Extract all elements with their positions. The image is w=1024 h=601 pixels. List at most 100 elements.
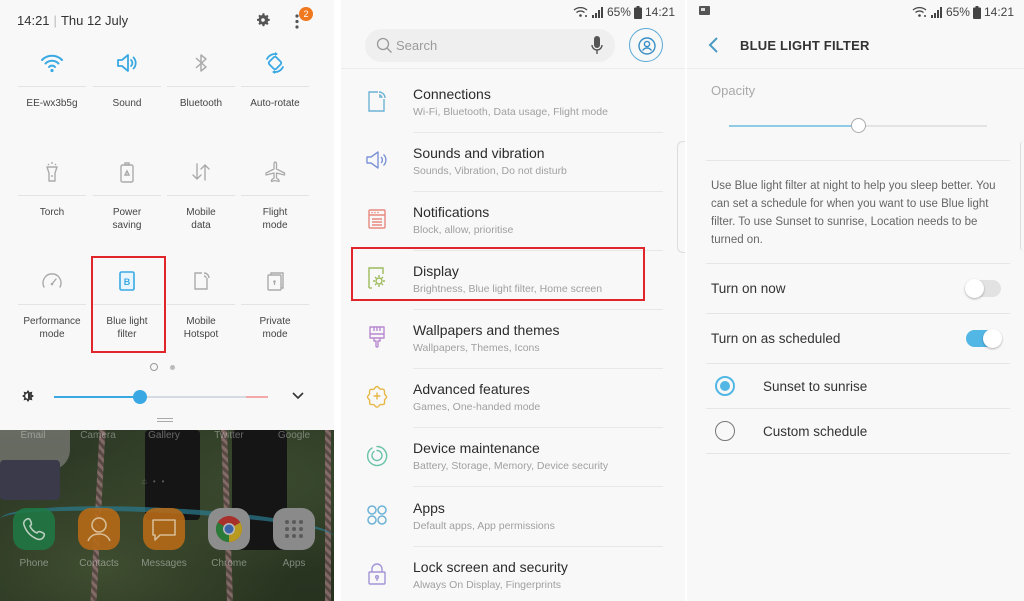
search-input[interactable]: Search <box>365 29 615 62</box>
turn-on-now-toggle[interactable] <box>965 279 1001 298</box>
description-text: Use Blue light filter at night to help y… <box>711 180 996 246</box>
wifi-status-icon <box>912 6 927 17</box>
connections-icon <box>368 91 386 112</box>
scrollbar[interactable] <box>1020 141 1024 251</box>
tile-torch[interactable]: Torch <box>15 159 89 219</box>
dock-app-contacts[interactable]: Contacts <box>77 508 121 569</box>
chrome-icon <box>208 508 250 550</box>
settings-item-subtitle: Battery, Storage, Memory, Device securit… <box>413 460 609 472</box>
turn-on-scheduled-toggle[interactable] <box>966 329 1002 348</box>
rotate-icon <box>266 52 284 74</box>
tile-sound[interactable]: Sound <box>90 50 164 110</box>
settings-item-title: Apps <box>413 500 445 516</box>
toggle-knob <box>965 279 984 298</box>
page-title: BLUE LIGHT FILTER <box>740 38 870 53</box>
app-label[interactable]: Camera <box>80 430 116 441</box>
tile-label: Auto-rotate <box>250 98 300 109</box>
brightness-thumb[interactable] <box>132 390 147 404</box>
scrollbar[interactable] <box>677 141 685 253</box>
settings-item-title: Advanced features <box>413 381 530 397</box>
search-placeholder: Search <box>396 38 438 53</box>
dock-app-phone[interactable]: Phone <box>12 508 56 569</box>
settings-gear-icon[interactable] <box>254 11 272 29</box>
wifi-status-icon <box>573 6 588 17</box>
account-button[interactable] <box>629 28 663 62</box>
custom-schedule-label[interactable]: Custom schedule <box>763 424 867 439</box>
page-indicator <box>150 363 180 373</box>
page-dot <box>170 365 175 370</box>
tile-flight-mode[interactable]: Flight mode <box>238 159 312 232</box>
settings-item-title: Connections <box>413 86 491 102</box>
settings-item-notifications[interactable]: Notifications Block, allow, prioritise <box>341 192 685 251</box>
maintenance-icon <box>366 445 388 467</box>
tile-private-mode[interactable]: Private mode <box>238 268 312 341</box>
custom-schedule-radio[interactable] <box>715 421 735 441</box>
apps-icon <box>367 505 387 525</box>
sunset-to-sunrise-label[interactable]: Sunset to sunrise <box>763 379 867 394</box>
home-screen-background: Email Camera Gallery Twitter Google ⌂•• … <box>0 430 334 601</box>
battery-icon <box>633 5 642 19</box>
settings-item-subtitle: Wi-Fi, Bluetooth, Data usage, Flight mod… <box>413 106 608 118</box>
clock-time: 14:21 <box>17 13 50 28</box>
settings-item-device-maintenance[interactable]: Device maintenance Battery, Storage, Mem… <box>341 428 685 487</box>
settings-item-sounds[interactable]: Sounds and vibration Sounds, Vibration, … <box>341 133 685 192</box>
dock-app-label: Phone <box>19 558 49 569</box>
drag-handle[interactable] <box>157 418 173 422</box>
hotspot-icon <box>194 272 210 290</box>
settings-item-wallpapers[interactable]: Wallpapers and themes Wallpapers, Themes… <box>341 310 685 369</box>
tile-mobile-data[interactable]: Mobile data <box>164 159 238 232</box>
opacity-slider[interactable] <box>729 118 987 133</box>
signal-icon <box>591 7 603 18</box>
battery-icon <box>972 5 981 19</box>
contacts-icon <box>78 508 120 550</box>
app-label[interactable]: Gallery <box>148 430 180 441</box>
back-arrow-icon[interactable] <box>707 36 721 54</box>
highlight-box <box>351 247 645 301</box>
sunset-to-sunrise-radio[interactable] <box>715 376 735 396</box>
tile-power-saving[interactable]: Power saving <box>90 159 164 232</box>
dock-app-apps[interactable]: Apps <box>272 508 316 569</box>
app-label[interactable]: Email <box>20 430 45 441</box>
advanced-gear-icon <box>366 385 388 408</box>
settings-item-lock-screen[interactable]: Lock screen and security Always On Displ… <box>341 547 685 601</box>
tile-bluetooth[interactable]: Bluetooth <box>164 50 238 110</box>
account-icon <box>638 37 656 55</box>
tile-label: Power saving <box>112 207 142 231</box>
settings-item-subtitle: Games, One-handed mode <box>413 401 541 413</box>
tile-label: Mobile data <box>186 207 216 231</box>
tile-wifi[interactable]: EE-wx3b5g <box>15 50 89 110</box>
data-arrows-icon <box>192 163 210 181</box>
page-dot-current <box>150 363 158 371</box>
brush-icon <box>369 326 385 348</box>
tile-performance-mode[interactable]: Performance mode <box>15 268 89 341</box>
settings-item-subtitle: Always On Display, Fingerprints <box>413 579 562 591</box>
opacity-thumb[interactable] <box>851 118 866 133</box>
highlight-box <box>91 256 166 353</box>
tile-auto-rotate[interactable]: Auto-rotate <box>238 50 312 110</box>
dock-app-messages[interactable]: Messages <box>141 508 187 569</box>
microphone-icon[interactable] <box>591 36 603 55</box>
sound-icon <box>366 151 387 169</box>
speedometer-icon <box>42 273 62 288</box>
turn-on-now-label: Turn on now <box>711 281 786 296</box>
brightness-icon <box>22 390 34 402</box>
dock-app-label: Contacts <box>79 558 119 569</box>
tile-label: Flight mode <box>262 207 288 231</box>
settings-item-subtitle: Wallpapers, Themes, Icons <box>413 342 540 354</box>
opacity-fill <box>729 125 858 127</box>
chevron-down-icon[interactable] <box>291 390 305 402</box>
tile-label: Torch <box>39 207 65 218</box>
airplane-icon <box>265 161 286 183</box>
app-label[interactable]: Google <box>278 430 310 441</box>
settings-item-connections[interactable]: Connections Wi-Fi, Bluetooth, Data usage… <box>341 74 685 133</box>
settings-item-apps[interactable]: Apps Default apps, App permissions <box>341 488 685 547</box>
tile-mobile-hotspot[interactable]: Mobile Hotspot <box>164 268 238 341</box>
app-label[interactable]: Twitter <box>214 430 243 441</box>
brightness-fill <box>54 396 140 398</box>
opacity-label: Opacity <box>711 83 756 98</box>
torch-icon <box>46 162 58 182</box>
dock-app-chrome[interactable]: Chrome <box>207 508 251 569</box>
brightness-slider[interactable] <box>54 390 268 404</box>
tile-label: Sound <box>112 98 142 109</box>
settings-item-advanced[interactable]: Advanced features Games, One-handed mode <box>341 369 685 428</box>
